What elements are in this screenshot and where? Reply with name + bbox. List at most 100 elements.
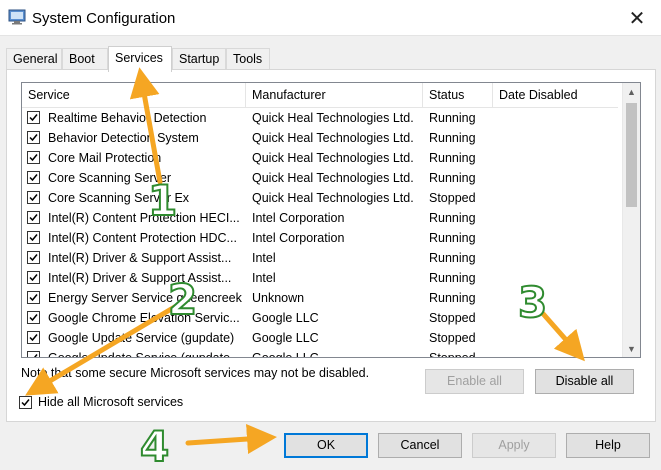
service-checkbox[interactable] <box>27 171 40 184</box>
scrollbar-thumb[interactable] <box>626 103 637 207</box>
cell-service: Intel(R) Content Protection HECI... <box>48 211 240 225</box>
cell-manufacturer: Quick Heal Technologies Ltd. <box>252 191 414 205</box>
checkmark-icon <box>29 134 38 142</box>
cell-status: Running <box>429 231 476 245</box>
checkmark-icon <box>29 274 38 282</box>
checkmark-icon <box>29 234 38 242</box>
cell-service: Core Mail Protection <box>48 151 162 165</box>
list-header: Service Manufacturer Status Date Disable… <box>22 83 618 108</box>
cancel-button[interactable]: Cancel <box>378 433 462 458</box>
services-list[interactable]: Service Manufacturer Status Date Disable… <box>21 82 641 358</box>
checkmark-icon <box>21 399 30 407</box>
cell-manufacturer: Intel <box>252 251 276 265</box>
column-header-date-disabled[interactable]: Date Disabled <box>493 83 618 108</box>
cell-manufacturer: Quick Heal Technologies Ltd. <box>252 131 414 145</box>
cell-manufacturer: Google LLC <box>252 331 319 345</box>
checkmark-icon <box>29 114 38 122</box>
cell-manufacturer: Quick Heal Technologies Ltd. <box>252 171 414 185</box>
cell-manufacturer: Quick Heal Technologies Ltd. <box>252 151 414 165</box>
checkmark-icon <box>30 354 38 357</box>
disable-all-button[interactable]: Disable all <box>535 369 634 394</box>
service-checkbox[interactable] <box>27 131 40 144</box>
cell-service: Core Scanning Server Ex <box>48 191 190 205</box>
table-row[interactable]: Realtime Behavior Detection Quick Heal Te… <box>22 108 618 128</box>
cell-status: Stopped <box>429 311 476 325</box>
cell-service: Intel(R) Driver & Support Assist... <box>48 271 232 285</box>
cell-status: Stopped <box>429 351 476 358</box>
cell-service: Intel(R) Content Protection HDC... <box>48 231 237 245</box>
checkmark-icon <box>29 214 38 222</box>
table-row[interactable]: Core Scanning Server Ex Quick Heal Techno… <box>22 188 618 208</box>
service-checkbox[interactable] <box>27 251 40 264</box>
help-button[interactable]: Help <box>566 433 650 458</box>
cell-status: Running <box>429 211 476 225</box>
checkmark-icon <box>29 194 38 202</box>
checkmark-icon <box>29 154 38 162</box>
enable-all-button[interactable]: Enable all <box>425 369 524 394</box>
tab-services[interactable]: Services <box>108 46 172 72</box>
checkmark-icon <box>29 294 38 302</box>
service-checkbox[interactable] <box>27 231 40 244</box>
tab-tools[interactable]: Tools <box>226 48 270 70</box>
scroll-down-arrow-icon[interactable]: ▼ <box>623 340 640 357</box>
services-panel: Service Manufacturer Status Date Disable… <box>6 69 656 422</box>
cell-status: Running <box>429 291 476 305</box>
column-header-status[interactable]: Status <box>423 83 493 108</box>
cell-service: Google Update Service (gupdate) <box>48 331 235 345</box>
window-title: System Configuration <box>32 10 176 27</box>
tab-startup[interactable]: Startup <box>172 48 226 70</box>
tab-boot[interactable]: Boot <box>62 48 108 70</box>
column-header-manufacturer[interactable]: Manufacturer <box>246 83 423 108</box>
service-checkbox[interactable] <box>27 311 40 324</box>
cell-status: Running <box>429 151 476 165</box>
checkmark-icon <box>29 334 38 342</box>
cell-service: Google Chrome Elevation Servic... <box>48 311 240 325</box>
cell-status: Stopped <box>429 331 476 345</box>
service-checkbox[interactable] <box>27 331 40 344</box>
checkmark-icon <box>29 314 38 322</box>
cell-status: Running <box>429 111 476 125</box>
service-checkbox[interactable] <box>27 151 40 164</box>
table-row[interactable]: Intel(R) Content Protection HECI... Intel… <box>22 208 618 228</box>
table-row[interactable]: Intel(R) Content Protection HDC... Intel … <box>22 228 618 248</box>
ok-button[interactable]: OK <box>284 433 368 458</box>
service-checkbox[interactable] <box>27 271 40 284</box>
hide-microsoft-label: Hide all Microsoft services <box>38 395 184 409</box>
tab-general[interactable]: General <box>6 48 62 70</box>
vertical-scrollbar[interactable]: ▲ ▼ <box>622 83 640 357</box>
table-row[interactable]: Core Mail Protection Quick Heal Technolog… <box>22 148 618 168</box>
note-text: Note that some secure Microsoft services… <box>21 366 370 380</box>
column-header-service[interactable]: Service <box>22 83 246 108</box>
hide-microsoft-checkbox[interactable] <box>19 396 32 409</box>
scroll-up-arrow-icon[interactable]: ▲ <box>623 83 640 100</box>
cell-service: Google Update Service (gupdate... <box>48 351 241 358</box>
annotation-number-4: 4 <box>139 421 170 470</box>
arrow-4-icon <box>185 424 277 454</box>
table-row[interactable]: Google Update Service (gupdate... Google … <box>22 348 618 358</box>
service-checkbox[interactable] <box>27 351 40 357</box>
cell-status: Running <box>429 251 476 265</box>
table-row[interactable]: Behavior Detection System Quick Heal Tech… <box>22 128 618 148</box>
service-checkbox[interactable] <box>27 211 40 224</box>
annotation-number-3: 3 <box>517 277 548 328</box>
close-icon: ✕ <box>628 7 646 30</box>
table-row[interactable]: Intel(R) Driver & Support Assist... Intel… <box>22 248 618 268</box>
cell-service: Behavior Detection System <box>48 131 199 145</box>
cell-service: Realtime Behavior Detection <box>48 111 207 125</box>
annotation-number-1: 1 <box>147 175 178 226</box>
close-button[interactable]: ✕ <box>619 4 655 32</box>
cell-service: Core Scanning Server <box>48 171 171 185</box>
table-row[interactable]: Google Update Service (gupdate) Google LL… <box>22 328 618 348</box>
service-checkbox[interactable] <box>27 111 40 124</box>
cell-manufacturer: Google LLC <box>252 311 319 325</box>
service-checkbox[interactable] <box>27 291 40 304</box>
apply-button[interactable]: Apply <box>472 433 556 458</box>
system-config-icon <box>8 9 26 25</box>
service-checkbox[interactable] <box>27 191 40 204</box>
cell-manufacturer: Intel Corporation <box>252 231 345 245</box>
checkmark-icon <box>29 174 38 182</box>
cell-manufacturer: Quick Heal Technologies Ltd. <box>252 111 414 125</box>
cell-service: Energy Server Service queencreek <box>48 291 242 305</box>
cell-status: Stopped <box>429 191 476 205</box>
table-row[interactable]: Core Scanning Server Quick Heal Technolog… <box>22 168 618 188</box>
